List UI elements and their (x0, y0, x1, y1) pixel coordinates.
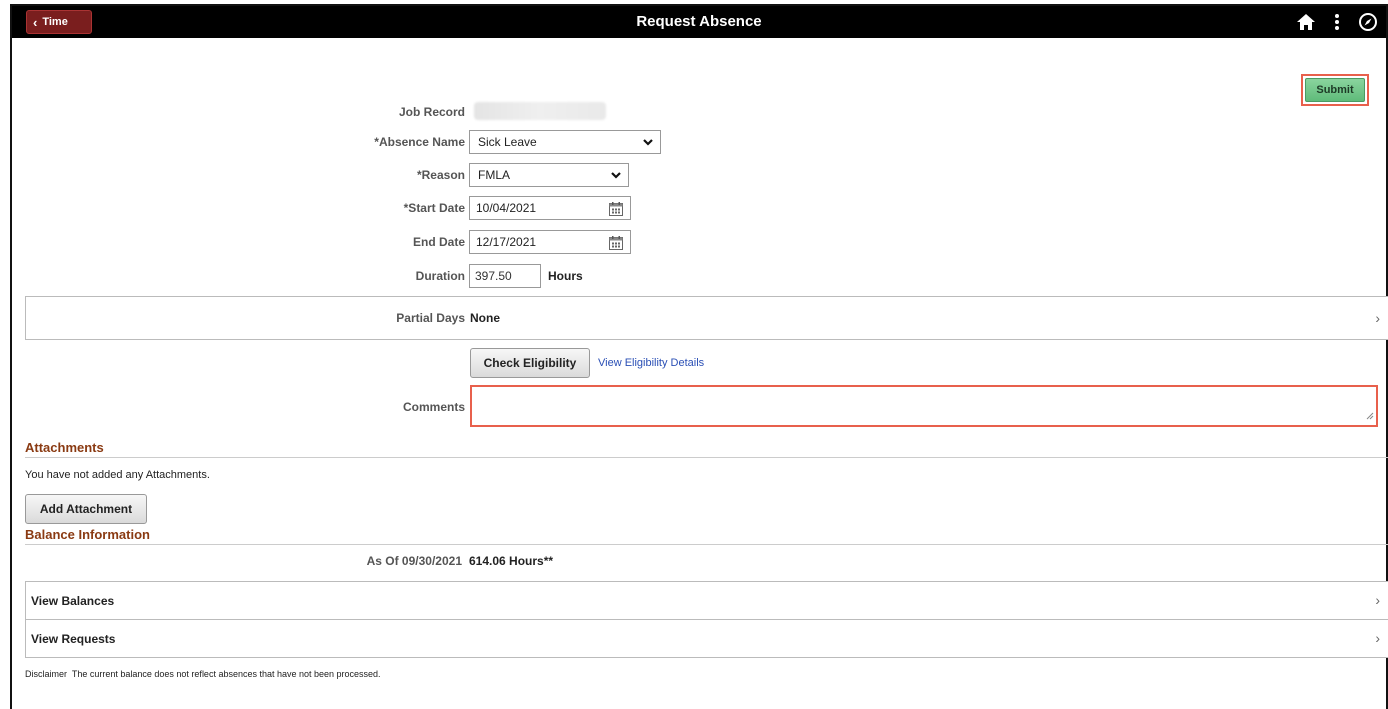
chevron-right-icon: › (1375, 592, 1380, 608)
reason-select[interactable]: FMLA (469, 163, 629, 187)
disclaimer-label: Disclaimer (25, 669, 68, 679)
absence-name-select[interactable]: Sick Leave (469, 130, 661, 154)
chevron-right-icon: › (1375, 310, 1380, 326)
submit-highlight: Submit (1301, 74, 1369, 106)
balance-value: 614.06 Hours** (469, 554, 554, 568)
partial-days-label: Partial Days (396, 311, 465, 325)
comments-textarea[interactable] (470, 385, 1378, 427)
attachments-heading: Attachments (25, 440, 1388, 458)
end-date-label: End Date (412, 235, 465, 249)
job-record-label: Job Record (398, 105, 465, 119)
absence-name-value: Sick Leave (478, 135, 537, 149)
duration-label: Duration (415, 269, 465, 283)
chevron-right-icon: › (1375, 630, 1380, 646)
view-balances-label: View Balances (31, 594, 115, 608)
app-frame: ‹ Time Request Absence Submit Job Record… (10, 4, 1388, 709)
start-date-input[interactable]: 10/04/2021 (469, 196, 631, 220)
duration-unit: Hours (548, 269, 583, 283)
reason-label: *Reason (416, 168, 465, 182)
partial-days-value: None (470, 311, 500, 325)
navigator-icon[interactable] (1358, 12, 1378, 32)
reason-value: FMLA (478, 168, 511, 182)
start-date-value: 10/04/2021 (476, 201, 537, 215)
view-requests-row[interactable]: View Requests › (25, 619, 1388, 658)
attachments-empty-text: You have not added any Attachments. (25, 469, 210, 481)
chevron-down-icon (642, 136, 654, 151)
home-icon[interactable] (1296, 13, 1316, 31)
view-balances-row[interactable]: View Balances › (25, 581, 1388, 620)
partial-days-row[interactable]: Partial Days None › (25, 296, 1388, 340)
start-date-label: *Start Date (403, 201, 465, 215)
job-record-value-redacted (474, 102, 606, 120)
balance-information-heading: Balance Information (25, 527, 1388, 545)
view-eligibility-details-link[interactable]: View Eligibility Details (598, 357, 704, 369)
end-date-value: 12/17/2021 (476, 235, 537, 249)
end-date-input[interactable]: 12/17/2021 (469, 230, 631, 254)
page-title: Request Absence (636, 13, 762, 30)
disclaimer: Disclaimer The current balance does not … (25, 669, 381, 679)
comments-label: Comments (402, 400, 465, 414)
submit-button[interactable]: Submit (1305, 78, 1365, 102)
more-vertical-icon[interactable] (1334, 13, 1340, 31)
calendar-icon[interactable] (608, 201, 624, 220)
duration-input[interactable]: 397.50 (469, 264, 541, 288)
absence-name-label: *Absence Name (374, 135, 465, 149)
disclaimer-text: The current balance does not reflect abs… (71, 669, 381, 679)
as-of-label: As Of 09/30/2021 (366, 554, 462, 568)
check-eligibility-button[interactable]: Check Eligibility (470, 348, 590, 378)
chevron-down-icon (610, 169, 622, 184)
top-bar: ‹ Time Request Absence (12, 6, 1386, 38)
header-actions (1296, 10, 1378, 34)
add-attachment-button[interactable]: Add Attachment (25, 494, 147, 524)
view-requests-label: View Requests (31, 632, 116, 646)
resize-grip-icon[interactable] (1365, 409, 1374, 423)
calendar-icon[interactable] (608, 235, 624, 254)
